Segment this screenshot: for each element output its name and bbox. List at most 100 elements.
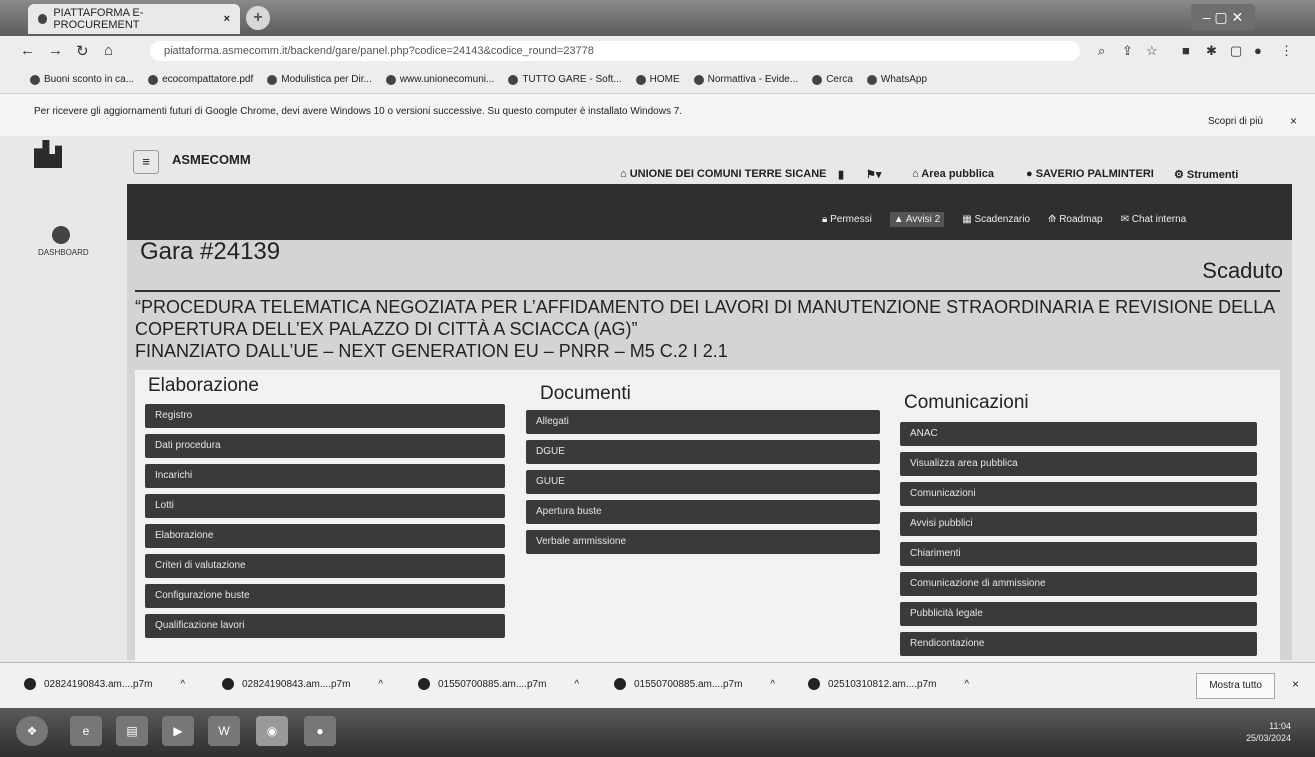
btn-apertura-buste[interactable]: Apertura buste bbox=[526, 500, 880, 524]
btn-incarichi[interactable]: Incarichi bbox=[145, 464, 505, 488]
download-item[interactable]: 02824190843.am....p7m ^ bbox=[222, 678, 383, 690]
dashboard-label[interactable]: DASHBOARD bbox=[38, 248, 89, 257]
btn-rendicontazione[interactable]: Rendicontazione bbox=[900, 632, 1257, 656]
word-icon[interactable]: W bbox=[208, 716, 240, 746]
extension-icon[interactable]: ■ bbox=[1182, 43, 1190, 58]
btn-verbale-ammissione[interactable]: Verbale ammissione bbox=[526, 530, 880, 554]
caret-up-icon[interactable]: ^ bbox=[770, 679, 775, 690]
page-title: Gara #24139 bbox=[140, 238, 281, 265]
column-title-elaborazione: Elaborazione bbox=[148, 375, 259, 396]
calendar-icon[interactable]: ▮ bbox=[838, 168, 844, 181]
star-icon[interactable]: ☆ bbox=[1146, 43, 1158, 59]
btn-dgue[interactable]: DGUE bbox=[526, 440, 880, 464]
start-button-icon[interactable]: ❖ bbox=[16, 716, 48, 746]
btn-lotti[interactable]: Lotti bbox=[145, 494, 505, 518]
lock-icon: 🔒︎ bbox=[822, 214, 831, 225]
back-icon[interactable]: ← bbox=[20, 42, 35, 59]
caret-up-icon[interactable]: ^ bbox=[180, 679, 185, 690]
download-item[interactable]: 01550700885.am....p7m ^ bbox=[614, 678, 775, 690]
btn-criteri-valutazione[interactable]: Criteri di valutazione bbox=[145, 554, 505, 578]
bookmark[interactable]: Cerca bbox=[812, 74, 853, 85]
bookmark[interactable]: www.unionecomuni... bbox=[385, 74, 494, 85]
show-all-downloads-button[interactable]: Mostra tutto bbox=[1196, 673, 1275, 699]
media-player-icon[interactable]: ▶ bbox=[162, 716, 194, 746]
reload-icon[interactable]: ↻ bbox=[76, 42, 89, 60]
file-icon bbox=[418, 678, 430, 690]
btn-allegati[interactable]: Allegati bbox=[526, 410, 880, 434]
secondary-nav: 🔒︎ Permessi ▲ Avvisi 2 ▦ Scadenzario ⟰ R… bbox=[822, 212, 1186, 227]
google-icon bbox=[812, 74, 823, 85]
btn-qualificazione-lavori[interactable]: Qualificazione lavori bbox=[145, 614, 505, 638]
btn-registro[interactable]: Registro bbox=[145, 404, 505, 428]
btn-guue[interactable]: GUUE bbox=[526, 470, 880, 494]
globe-icon bbox=[148, 74, 159, 85]
chrome-icon[interactable]: ◉ bbox=[256, 716, 288, 746]
btn-dati-procedura[interactable]: Dati procedura bbox=[145, 434, 505, 458]
file-icon bbox=[222, 678, 234, 690]
info-message: Per ricevere gli aggiornamenti futuri di… bbox=[34, 106, 683, 117]
puzzle-icon[interactable]: ✱ bbox=[1206, 43, 1217, 59]
tools-menu[interactable]: ⚙ Strumenti bbox=[1174, 168, 1238, 181]
btn-comunicazione-ammissione[interactable]: Comunicazione di ammissione bbox=[900, 572, 1257, 596]
bookmark[interactable]: Normattiva - Evide... bbox=[693, 74, 798, 85]
profile-icon[interactable]: ● bbox=[1254, 43, 1262, 58]
app-icon[interactable]: ● bbox=[304, 716, 336, 746]
schedule-link[interactable]: ▦ Scadenzario bbox=[962, 214, 1030, 225]
search-icon[interactable]: ⌕ bbox=[1098, 43, 1105, 59]
dashboard-icon[interactable] bbox=[52, 226, 70, 244]
globe-icon bbox=[385, 74, 396, 85]
public-area-link[interactable]: ⌂ Area pubblica bbox=[912, 168, 994, 180]
info-more-link[interactable]: Scopri di più bbox=[1208, 116, 1263, 127]
download-item[interactable]: 02824190843.am....p7m ^ bbox=[24, 678, 185, 690]
explorer-icon[interactable]: ▤ bbox=[116, 716, 148, 746]
caret-up-icon[interactable]: ^ bbox=[378, 679, 383, 690]
address-bar[interactable]: piattaforma.asmecomm.it/backend/gare/pan… bbox=[150, 41, 1080, 61]
status-label: Scaduto bbox=[1202, 258, 1283, 283]
bookmark[interactable]: Modulistica per Dir... bbox=[267, 74, 372, 85]
user-menu[interactable]: ● SAVERIO PALMINTERI bbox=[1026, 168, 1154, 180]
tab-close-icon[interactable]: × bbox=[224, 13, 230, 25]
browser-tab[interactable]: PIATTAFORMA E-PROCUREMENT × bbox=[28, 4, 240, 34]
forward-icon[interactable]: → bbox=[48, 42, 63, 59]
btn-avvisi-pubblici[interactable]: Avvisi pubblici bbox=[900, 512, 1257, 536]
btn-comunicazioni[interactable]: Comunicazioni bbox=[900, 482, 1257, 506]
btn-configurazione-buste[interactable]: Configurazione buste bbox=[145, 584, 505, 608]
bookmark[interactable]: ecocompattatore.pdf bbox=[148, 74, 253, 85]
menu-icon[interactable]: ⋮ bbox=[1280, 43, 1293, 59]
caret-up-icon[interactable]: ^ bbox=[574, 679, 579, 690]
flag-dropdown-icon[interactable]: ⚑▾ bbox=[866, 168, 881, 181]
bookmark[interactable]: WhatsApp bbox=[866, 74, 927, 85]
doc-icon bbox=[267, 74, 278, 85]
notices-link[interactable]: ▲ Avvisi 2 bbox=[889, 212, 945, 227]
download-item[interactable]: 01550700885.am....p7m ^ bbox=[418, 678, 579, 690]
btn-chiarimenti[interactable]: Chiarimenti bbox=[900, 542, 1257, 566]
taskbar-clock[interactable]: 11:04 25/03/2024 bbox=[1246, 720, 1291, 744]
btn-visualizza-area-pubblica[interactable]: Visualizza area pubblica bbox=[900, 452, 1257, 476]
share-icon[interactable]: ⇪ bbox=[1122, 43, 1133, 59]
warning-icon: ▲ bbox=[893, 214, 906, 225]
downloads-close-icon[interactable]: × bbox=[1292, 677, 1299, 691]
chat-link[interactable]: ✉ Chat interna bbox=[1121, 214, 1187, 225]
ie-icon[interactable]: e bbox=[70, 716, 102, 746]
sidepanel-icon[interactable]: ▢ bbox=[1230, 43, 1242, 59]
hamburger-menu-icon[interactable]: ≡ bbox=[133, 150, 159, 174]
home-icon[interactable]: ⌂ bbox=[104, 42, 113, 59]
new-tab-button[interactable]: + bbox=[246, 6, 270, 30]
address-row: ← → ↻ ⌂ piattaforma.asmecomm.it/backend/… bbox=[0, 36, 1315, 66]
btn-elaborazione[interactable]: Elaborazione bbox=[145, 524, 505, 548]
bookmark[interactable]: HOME bbox=[635, 74, 680, 85]
info-close-icon[interactable]: × bbox=[1290, 114, 1297, 128]
bookmark[interactable]: Buoni sconto in ca... bbox=[30, 74, 134, 85]
permissions-link[interactable]: 🔒︎ Permessi bbox=[822, 214, 872, 225]
column-title-documenti: Documenti bbox=[540, 383, 631, 404]
calendar-icon: ▦ bbox=[962, 214, 975, 225]
btn-pubblicita-legale[interactable]: Pubblicità legale bbox=[900, 602, 1257, 626]
window-controls[interactable]: – ▢ ✕ bbox=[1191, 4, 1255, 30]
bookmark[interactable]: TUTTO GARE - Soft... bbox=[508, 74, 622, 85]
btn-anac[interactable]: ANAC bbox=[900, 422, 1257, 446]
union-link[interactable]: ⌂ UNIONE DEI COMUNI TERRE SICANE bbox=[620, 168, 827, 180]
divider bbox=[135, 290, 1280, 292]
caret-up-icon[interactable]: ^ bbox=[964, 679, 969, 690]
download-item[interactable]: 02510310812.am....p7m ^ bbox=[808, 678, 969, 690]
roadmap-link[interactable]: ⟰ Roadmap bbox=[1048, 214, 1103, 225]
